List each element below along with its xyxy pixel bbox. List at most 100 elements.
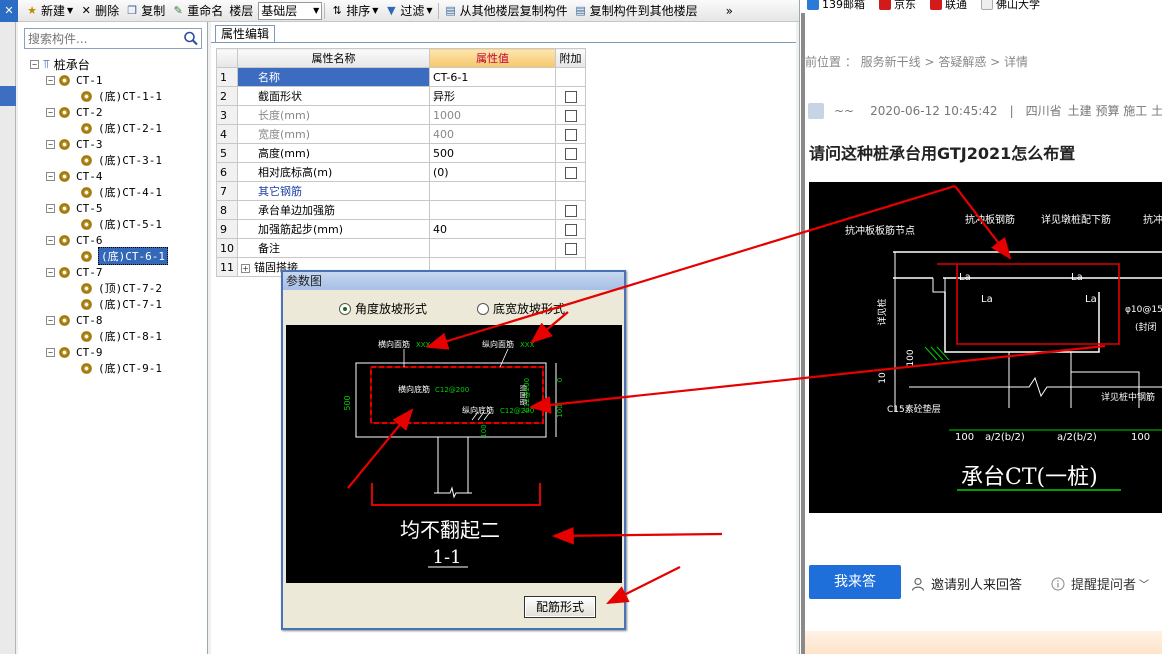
checkbox[interactable] (564, 90, 577, 103)
table-row[interactable]: 3 长度(mm) 1000 (216, 105, 586, 125)
tree-group[interactable]: − CT-4 (30, 168, 168, 184)
question-meta: ~~ 2020-06-12 10:45:42 | 四川省 土建 预算 施工 土 (808, 102, 1162, 119)
cushion-label: C15素砼垫层 (887, 403, 941, 415)
table-row[interactable]: 2 截面形状 异形 (216, 86, 586, 106)
tree-item[interactable]: (底)CT-7-1 (30, 296, 168, 312)
tree-item[interactable]: (底)CT-6-1 (30, 247, 168, 265)
collapse-icon[interactable]: − (30, 59, 39, 69)
property-value[interactable]: 500 (429, 143, 556, 163)
more-button[interactable]: » (723, 1, 736, 21)
table-row[interactable]: 1 名称 CT-6-1 (216, 67, 586, 87)
unicom-icon (930, 0, 942, 10)
checkbox[interactable] (564, 166, 577, 179)
property-extra[interactable] (555, 219, 586, 239)
close-icon[interactable]: ✕ (0, 0, 18, 22)
checkbox[interactable] (564, 223, 577, 236)
property-value[interactable]: 异形 (429, 86, 556, 106)
expand-icon[interactable]: + (241, 264, 250, 273)
floor-select[interactable]: 基础层 ▼ (258, 1, 323, 20)
table-row[interactable]: 10 备注 (216, 238, 586, 258)
checkbox[interactable] (564, 128, 577, 141)
copy-to-floor-button[interactable]: ▤ 复制构件到其他楼层 (571, 1, 701, 21)
rebar-form-button[interactable]: 配筋形式 (524, 596, 596, 618)
delete-button[interactable]: ✕ 删除 (76, 1, 122, 21)
property-value[interactable]: CT-6-1 (429, 67, 556, 87)
property-extra[interactable] (555, 162, 586, 182)
tree-group[interactable]: − CT-9 (30, 344, 168, 360)
sort-icon: ⇅ (332, 3, 342, 17)
tree-item[interactable]: (底)CT-1-1 (30, 88, 168, 104)
search-icon[interactable] (183, 31, 199, 46)
tree-item[interactable]: (底)CT-9-1 (30, 360, 168, 376)
table-row[interactable]: 9 加强筋起步(mm) 40 (216, 219, 586, 239)
rename-button[interactable]: ✎ 重命名 (168, 1, 226, 21)
tree-group[interactable]: − CT-5 (30, 200, 168, 216)
property-value[interactable]: 400 (429, 124, 556, 144)
bookmark-item[interactable]: 139邮箱 (807, 0, 865, 12)
checkbox[interactable] (564, 204, 577, 217)
property-value[interactable]: (0) (429, 162, 556, 182)
property-extra[interactable] (555, 238, 586, 258)
tree-group[interactable]: − CT-3 (30, 136, 168, 152)
tree-item[interactable]: (底)CT-4-1 (30, 184, 168, 200)
tree-item[interactable]: (底)CT-3-1 (30, 152, 168, 168)
table-row[interactable]: 4 宽度(mm) 400 (216, 124, 586, 144)
property-extra[interactable] (555, 143, 586, 163)
search-input[interactable] (25, 29, 180, 48)
new-button[interactable]: ★ 新建 ▼ (22, 1, 76, 21)
checkbox[interactable] (564, 242, 577, 255)
tree-item[interactable]: (顶)CT-7-2 (30, 280, 168, 296)
collapse-icon[interactable]: − (46, 315, 55, 325)
property-value[interactable]: 40 (429, 219, 556, 239)
collapse-icon[interactable]: − (46, 267, 55, 277)
property-value[interactable] (429, 238, 556, 258)
tree-group[interactable]: − CT-8 (30, 312, 168, 328)
property-extra[interactable] (555, 105, 586, 125)
table-row[interactable]: 7 其它钢筋 (216, 181, 586, 201)
collapse-icon[interactable]: − (46, 139, 55, 149)
tree-group[interactable]: − CT-7 (30, 264, 168, 280)
copy-button[interactable]: ❐ 复制 (122, 1, 168, 21)
tree-group[interactable]: − CT-6 (30, 232, 168, 248)
tree-item[interactable]: (底)CT-5-1 (30, 216, 168, 232)
property-extra[interactable] (555, 86, 586, 106)
table-row[interactable]: 8 承台单边加强筋 (216, 200, 586, 220)
table-row[interactable]: 6 相对底标高(m) (0) (216, 162, 586, 182)
property-extra[interactable] (555, 124, 586, 144)
bookmark-item[interactable]: 联通 (930, 0, 967, 12)
copy-from-floor-button[interactable]: ▤ 从其他楼层复制构件 (441, 1, 571, 21)
collapse-icon[interactable]: − (46, 235, 55, 245)
checkbox[interactable] (564, 147, 577, 160)
sort-button[interactable]: ⇅ 排序 ▼ (327, 1, 381, 21)
property-extra[interactable] (555, 200, 586, 220)
property-value[interactable]: 1000 (429, 105, 556, 125)
tree-item[interactable]: (底)CT-2-1 (30, 120, 168, 136)
tab-property-edit[interactable]: 属性编辑 (215, 25, 276, 43)
collapse-icon[interactable]: − (46, 203, 55, 213)
tree-root[interactable]: − ⫪ 桩承台 (30, 56, 168, 72)
bookmark-item[interactable]: 京东 (879, 0, 916, 12)
dock-strip-active[interactable] (0, 86, 16, 106)
answer-button[interactable]: 我来答 (809, 565, 901, 599)
page-icon (981, 0, 993, 10)
collapse-icon[interactable]: − (46, 75, 55, 85)
tree-group[interactable]: − CT-2 (30, 104, 168, 120)
filter-button[interactable]: ▼ 过滤 ▼ (381, 1, 435, 21)
checkbox[interactable] (564, 109, 577, 122)
property-value[interactable] (429, 181, 556, 201)
remind-button[interactable]: 提醒提问者 ﹀ (1051, 574, 1149, 593)
property-name: 宽度(mm) (237, 124, 430, 144)
radio-angle-slope[interactable]: 角度放坡形式 (339, 300, 427, 317)
tree-item[interactable]: (底)CT-8-1 (30, 328, 168, 344)
collapse-icon[interactable]: − (46, 347, 55, 357)
invite-button[interactable]: 邀请别人来回答 (911, 574, 1022, 593)
collapse-icon[interactable]: − (46, 171, 55, 181)
bookmark-item[interactable]: 佛山大学 (981, 0, 1040, 12)
property-value[interactable] (429, 200, 556, 220)
bottom-bar-h-value: C12@200 (435, 386, 469, 394)
tree-group[interactable]: − CT-1 (30, 72, 168, 88)
collapse-icon[interactable]: − (46, 107, 55, 117)
author-name[interactable]: ~~ (834, 104, 854, 118)
radio-bottom-width-slope[interactable]: 底宽放坡形式 (477, 300, 565, 317)
table-row[interactable]: 5 高度(mm) 500 (216, 143, 586, 163)
